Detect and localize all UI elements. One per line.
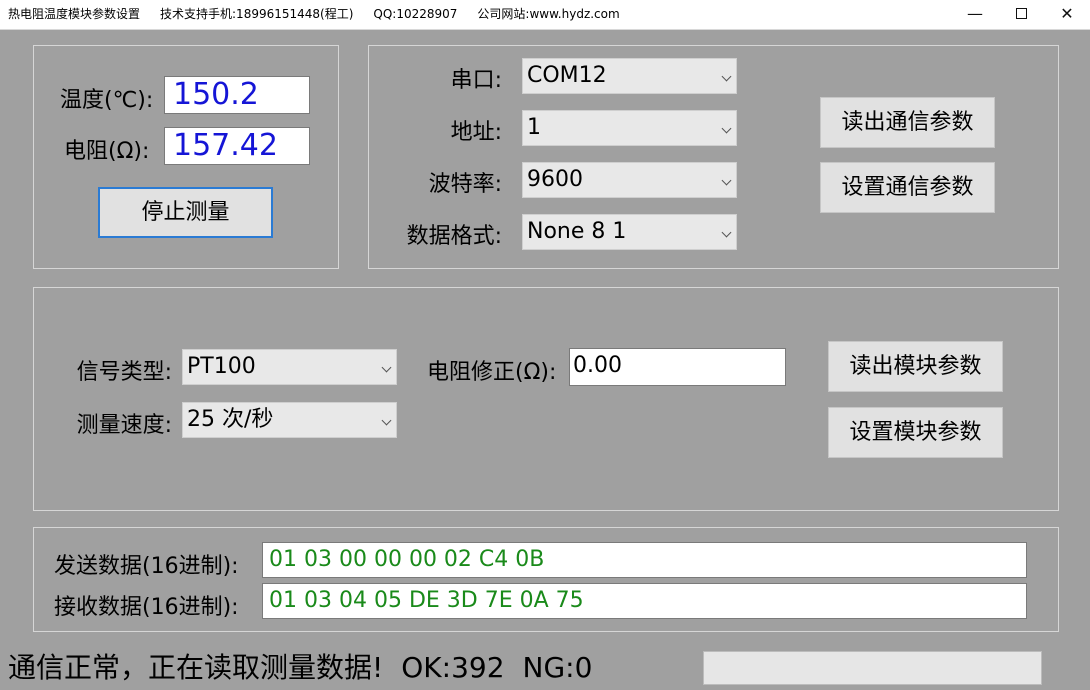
data-format-select-value: None 8 1 (527, 219, 627, 244)
measure-speed-label: 测量速度: (76, 413, 172, 438)
data-format-label: 数据格式: (406, 224, 502, 249)
port-select[interactable]: COM12 (522, 58, 737, 94)
chevron-down-icon (721, 227, 732, 238)
set-comm-params-button[interactable]: 设置通信参数 (820, 162, 995, 213)
chevron-down-icon (721, 123, 732, 134)
chevron-down-icon (721, 71, 732, 82)
signal-type-label: 信号类型: (76, 360, 172, 385)
company-website: 公司网站:www.hydz.com (477, 7, 620, 21)
ng-count: NG:0 (522, 651, 593, 684)
close-icon: ✕ (1060, 4, 1074, 23)
status-bar: 通信正常，正在读取测量数据! OK:392 NG:0 (8, 648, 610, 688)
address-select-value: 1 (527, 115, 541, 140)
read-module-params-button[interactable]: 读出模块参数 (828, 341, 1003, 392)
send-data-label: 发送数据(16进制): (54, 554, 239, 579)
measure-speed-select[interactable]: 25 次/秒 (182, 402, 397, 438)
measure-speed-select-value: 25 次/秒 (187, 407, 274, 432)
baud-select-value: 9600 (527, 167, 583, 192)
receive-data-field[interactable]: 01 03 04 05 DE 3D 7E 0A 75 (262, 583, 1027, 619)
close-button[interactable]: ✕ (1044, 0, 1090, 29)
baud-label: 波特率: (428, 172, 502, 197)
chevron-down-icon (381, 415, 392, 426)
stop-measure-button[interactable]: 停止测量 (98, 187, 273, 238)
temperature-label: 温度(℃): (60, 88, 154, 113)
signal-type-select-value: PT100 (187, 354, 256, 379)
maximize-icon (1015, 7, 1027, 19)
resistance-label: 电阻(Ω): (64, 139, 150, 164)
chevron-down-icon (381, 362, 392, 373)
support-phone: 技术支持手机:18996151448(程工) (160, 7, 354, 21)
maximize-button[interactable] (998, 0, 1044, 29)
minimize-icon: — (967, 4, 983, 23)
resistance-correction-input[interactable]: 0.00 (569, 348, 786, 386)
baud-select[interactable]: 9600 (522, 162, 737, 198)
support-qq: QQ:10228907 (373, 7, 458, 21)
port-label: 串口: (450, 68, 502, 93)
temperature-value: 150.2 (164, 76, 310, 114)
title-bar: 热电阻温度模块参数设置 技术支持手机:18996151448(程工) QQ:1022… (0, 0, 1090, 30)
receive-data-label: 接收数据(16进制): (54, 595, 239, 620)
data-format-select[interactable]: None 8 1 (522, 214, 737, 250)
port-select-value: COM12 (527, 63, 607, 88)
title-text: 热电阻温度模块参数设置 技术支持手机:18996151448(程工) QQ:1022… (8, 0, 640, 29)
address-label: 地址: (450, 120, 502, 145)
set-module-params-button[interactable]: 设置模块参数 (828, 407, 1003, 458)
module-group (33, 287, 1059, 511)
resistance-value: 157.42 (164, 127, 310, 165)
send-data-field[interactable]: 01 03 00 00 00 02 C4 0B (262, 542, 1027, 578)
read-comm-params-button[interactable]: 读出通信参数 (820, 97, 995, 148)
minimize-button[interactable]: — (952, 0, 998, 29)
status-message: 通信正常，正在读取测量数据! (8, 651, 384, 684)
ok-count: OK:392 (401, 651, 505, 684)
window-title: 热电阻温度模块参数设置 (8, 7, 141, 21)
resistance-correction-label: 电阻修正(Ω): (427, 360, 557, 385)
progress-bar (703, 651, 1042, 685)
signal-type-select[interactable]: PT100 (182, 349, 397, 385)
chevron-down-icon (721, 175, 732, 186)
address-select[interactable]: 1 (522, 110, 737, 146)
